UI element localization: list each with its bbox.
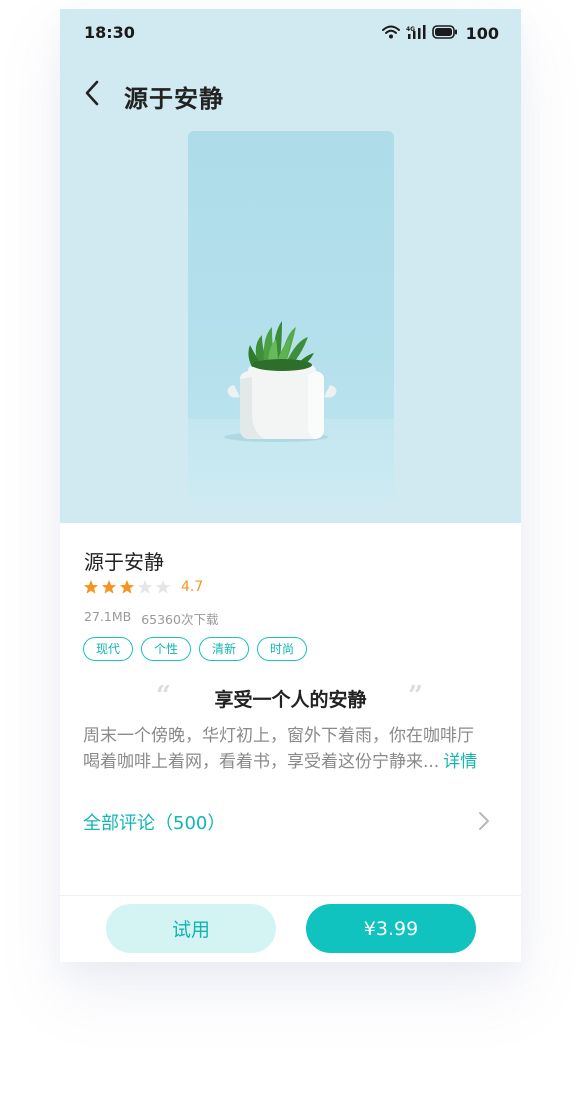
action-bar: 试用 ¥3.99 xyxy=(60,895,521,962)
theme-name: 源于安静 xyxy=(84,550,164,574)
star-empty-icon xyxy=(155,580,171,594)
status-bar: 18:30 4G 100 xyxy=(60,9,521,57)
tag-personality[interactable]: 个性 xyxy=(141,637,192,661)
close-quote-icon: ” xyxy=(408,681,423,711)
tag-list: 现代 个性 清新 时尚 xyxy=(83,637,308,661)
theme-meta: 27.1MB 65360次下载 xyxy=(84,609,218,628)
star-filled-icon xyxy=(101,580,117,594)
chevron-left-icon xyxy=(84,80,100,110)
slogan-row: “ 享受一个人的安静 ” xyxy=(60,681,521,715)
star-empty-icon xyxy=(137,580,153,594)
file-size: 27.1MB xyxy=(84,609,132,624)
download-count: 65360次下载 xyxy=(141,612,219,627)
chevron-right-icon xyxy=(475,811,493,831)
phone-frame: 18:30 4G 100 源于安静 源于安静 4.7 27.1MB 65360次… xyxy=(60,9,521,962)
detail-link[interactable]: 详情 xyxy=(443,752,477,772)
description-line-with-link: 喝着咖啡上着网，看着书，享受着这份宁静来... 详情 xyxy=(83,749,503,775)
description: 周末一个傍晚，华灯初上，窗外下着雨，你在咖啡厅 喝着咖啡上着网，看着书，享受着这… xyxy=(83,723,503,775)
all-reviews-label: 全部评论（500） xyxy=(83,813,226,834)
rating-value: 4.7 xyxy=(181,579,204,595)
trial-button[interactable]: 试用 xyxy=(106,904,276,953)
tag-fashion[interactable]: 时尚 xyxy=(257,637,308,661)
star-filled-icon xyxy=(119,580,135,594)
cellular-signal-icon: 4G xyxy=(406,24,426,43)
succulent-pot-illustration xyxy=(224,321,337,442)
battery-percentage: 100 xyxy=(465,23,499,43)
slogan: 享受一个人的安静 xyxy=(214,689,367,711)
tag-fresh[interactable]: 清新 xyxy=(199,637,250,661)
tag-modern[interactable]: 现代 xyxy=(83,637,134,661)
description-text: 喝着咖啡上着网，看着书，享受着这份宁静来... xyxy=(83,752,440,772)
description-line: 周末一个傍晚，华灯初上，窗外下着雨，你在咖啡厅 xyxy=(83,726,474,746)
wifi-icon xyxy=(381,24,400,43)
hero-section: 18:30 4G 100 源于安静 xyxy=(60,9,521,523)
navigation-bar: 源于安静 xyxy=(60,73,521,117)
theme-details: 源于安静 4.7 27.1MB 65360次下载 现代 个性 清新 时尚 “ 享… xyxy=(60,523,521,895)
back-button[interactable] xyxy=(78,80,106,110)
star-filled-icon xyxy=(83,580,99,594)
status-icons: 4G 100 xyxy=(381,23,499,43)
battery-icon xyxy=(431,24,458,43)
page-title: 源于安静 xyxy=(124,85,224,113)
all-reviews-row[interactable]: 全部评论（500） xyxy=(60,801,521,841)
status-time: 18:30 xyxy=(84,23,135,42)
theme-preview-image[interactable] xyxy=(188,131,394,501)
buy-button[interactable]: ¥3.99 xyxy=(306,904,476,953)
rating: 4.7 xyxy=(83,577,203,597)
